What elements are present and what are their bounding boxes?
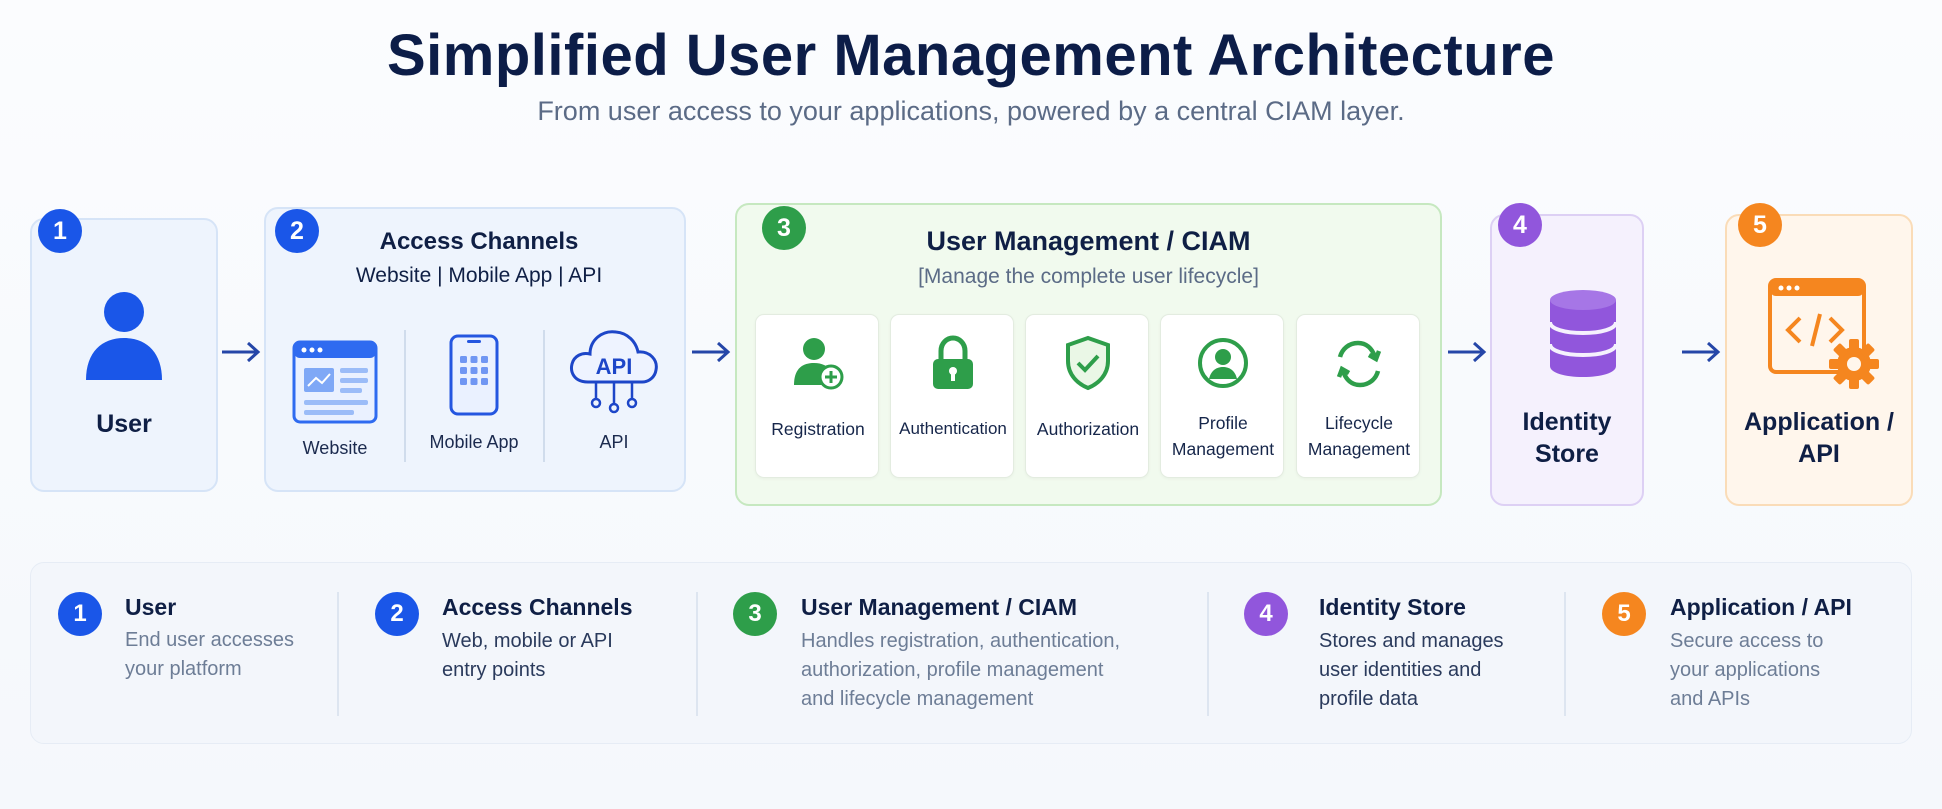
step-badge-5: 5 [1738,203,1782,247]
user-label: User [96,410,152,438]
arrow-right-icon [692,341,731,363]
legend-desc-5: Secure access to your applications and A… [1670,630,1824,710]
step-badge-1: 1 [38,209,82,253]
identity-store-label-2: Store [1535,440,1599,468]
mobile-phone-icon [449,334,499,416]
legend-title-2: Access Channels [442,594,633,620]
database-icon [1548,290,1618,377]
legend-title-4: Identity Store [1319,594,1466,620]
ciam-card-authorization: Authorization [1025,314,1149,478]
card-label: Authorization [1036,419,1140,439]
arrow-right-icon [222,341,261,363]
card-label-2: Management [1171,439,1275,459]
channel-divider [404,330,406,462]
legend-separator [696,592,698,716]
ciam-card-authentication: Authentication [890,314,1014,478]
app-code-gear-icon [1768,278,1879,389]
identity-store-label-1: Identity [1522,408,1612,436]
step-badge-4: 4 [1498,203,1542,247]
legend-badge-5: 5 [1602,592,1646,636]
page-subtitle: From user access to your applications, p… [537,96,1405,126]
page-title: Simplified User Management Architecture [387,23,1555,88]
application-api-label-1: Application / [1744,408,1894,436]
legend-desc-4: Stores and manages user identities and p… [1319,630,1504,710]
ciam-note: [Manage the complete user lifecycle] [918,265,1259,288]
legend-separator [1207,592,1209,716]
card-label: Authentication [899,419,1007,438]
legend-separator [337,592,339,716]
arrow-right-icon [1448,341,1487,363]
access-channels-title: Access Channels [379,228,579,255]
legend-badge-2: 2 [375,592,419,636]
website-icon [292,340,378,424]
channel-api-label: API [599,432,629,452]
legend-desc-3: Handles registration, authentication, au… [801,630,1121,710]
ciam-card-registration: Registration [755,314,879,478]
card-label: Registration [771,419,865,439]
legend-badge-1: 1 [58,592,102,636]
ciam-title: User Management / CIAM [926,226,1251,256]
legend-badge-3: 3 [733,592,777,636]
add-user-icon [794,338,844,390]
legend-separator [1564,592,1566,716]
card-label: Profile [1198,413,1248,433]
user-icon [86,292,162,380]
legend-title-1: User [125,594,177,620]
legend-title-3: User Management / CIAM [801,594,1078,620]
channel-divider [543,330,545,462]
legend-desc-2: Web, mobile or API entry points [442,630,613,681]
card-label-2: Management [1307,439,1411,459]
card-label: Lifecycle [1324,413,1394,433]
api-cloud-icon: API [568,316,660,416]
legend-badge-4: 4 [1244,592,1288,636]
ciam-card-lifecycle-management: Lifecycle Management [1296,314,1420,478]
access-channels-subtitle: Website | Mobile App | API [355,264,603,287]
padlock-icon [933,335,973,389]
api-icon-text: API [595,354,633,379]
refresh-cycle-icon [1336,340,1382,388]
application-api-label-2: API [1798,440,1840,468]
arrow-right-icon [1682,341,1721,363]
ciam-card-profile-management: Profile Management [1160,314,1284,478]
legend-desc-1: End user accesses your platform [125,629,294,680]
channel-mobile-label: Mobile App [429,432,519,452]
legend-title-5: Application / API [1670,594,1852,620]
profile-circle-icon [1198,338,1248,388]
channel-website-label: Website [302,438,368,458]
shield-check-icon [1066,335,1110,391]
